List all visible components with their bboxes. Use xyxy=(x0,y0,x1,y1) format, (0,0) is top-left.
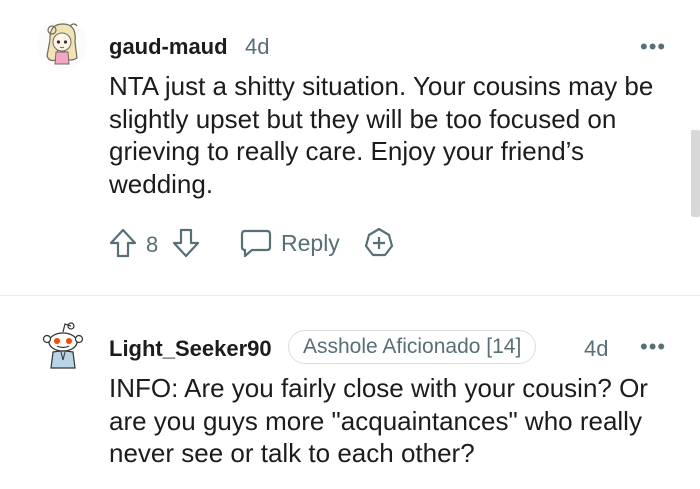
upvote-icon[interactable] xyxy=(109,228,137,258)
snoo-avatar-icon[interactable] xyxy=(37,320,89,372)
user-flair-badge: Asshole Aficionado [14] xyxy=(288,330,537,364)
comment-author[interactable]: gaud-maud xyxy=(109,34,228,60)
comment-thread: gaud-maud 4d ••• NTA just a shitty situa… xyxy=(0,0,700,489)
comment-body: NTA just a shitty situation. Your cousin… xyxy=(109,71,654,199)
reply-bubble-icon[interactable] xyxy=(240,228,272,258)
comment-divider xyxy=(0,295,700,296)
scrollbar-thumb[interactable] xyxy=(691,130,700,217)
award-plus-icon[interactable] xyxy=(363,227,395,259)
comment-age: 4d xyxy=(584,336,609,361)
more-options-icon[interactable]: ••• xyxy=(640,36,666,58)
comment-author[interactable]: Light_Seeker90 xyxy=(109,336,272,362)
reply-button[interactable]: Reply xyxy=(281,230,340,257)
comment-actions: 8 Reply xyxy=(0,225,700,261)
downvote-icon[interactable] xyxy=(172,228,200,258)
more-options-icon[interactable]: ••• xyxy=(640,336,666,358)
vote-score: 8 xyxy=(146,232,159,257)
comment-body: INFO: Are you fairly close with your cou… xyxy=(109,373,648,468)
anime-girl-avatar-icon[interactable] xyxy=(36,18,88,70)
comment-age: 4d xyxy=(245,34,270,59)
